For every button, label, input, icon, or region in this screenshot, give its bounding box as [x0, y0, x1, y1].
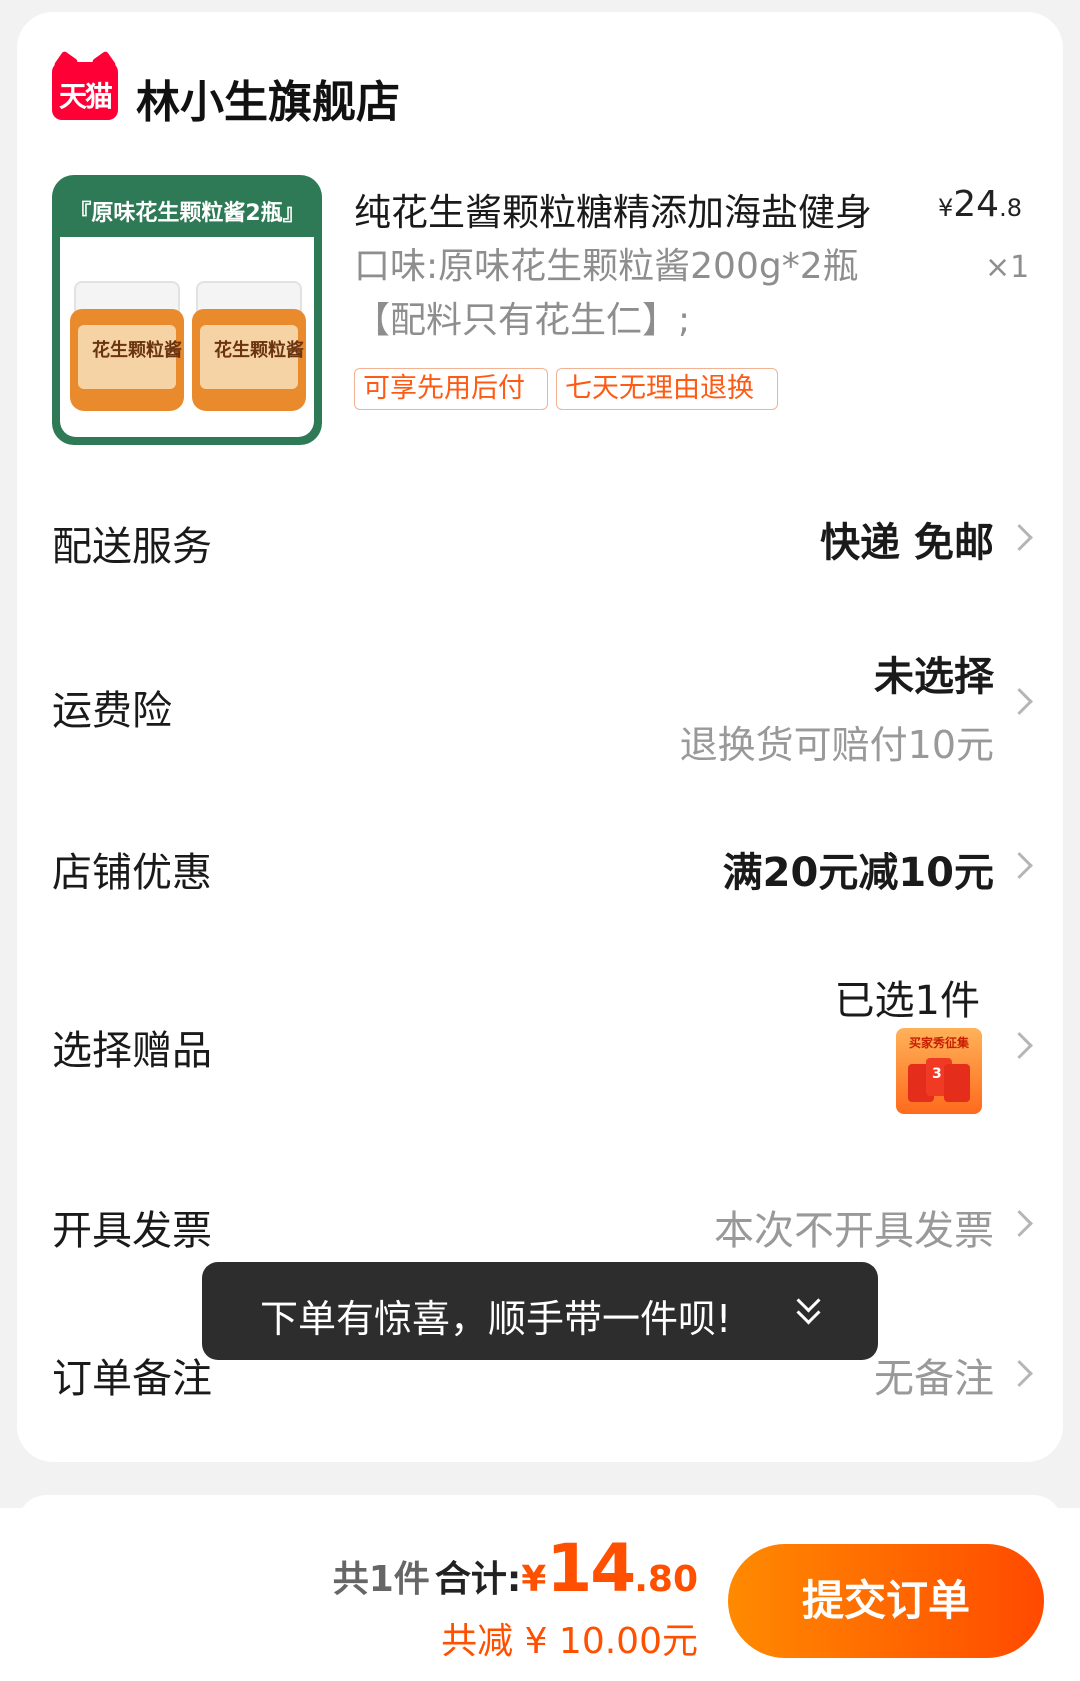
delivery-value[interactable]: 快递 免邮	[820, 510, 994, 568]
store-name[interactable]: 林小生旗舰店	[136, 66, 400, 130]
store-discount-value[interactable]: 满20元减10元	[723, 840, 994, 898]
gift-label: 选择赠品	[52, 1028, 212, 1074]
jar-2: 花生颗粒酱	[192, 281, 306, 411]
invoice-value[interactable]: 本次不开具发票	[714, 1198, 994, 1256]
toast-text: 下单有惊喜，顺手带一件呗!	[260, 1297, 732, 1341]
invoice-label: 开具发票	[52, 1208, 212, 1254]
product-image-banner: 『原味花生颗粒酱2瓶』	[69, 201, 305, 226]
double-chevron-down-icon[interactable]	[796, 1288, 821, 1332]
gift-value[interactable]: 已选1件	[835, 968, 980, 1026]
tag-seven-day-return: 七天无理由退换	[556, 368, 778, 410]
product-image[interactable]: 『原味花生颗粒酱2瓶』 花生颗粒酱 花生颗粒酱	[52, 175, 322, 445]
total-int: 14	[546, 1530, 636, 1607]
submit-order-button[interactable]: 提交订单	[728, 1544, 1044, 1658]
product-title[interactable]: 纯花生酱颗粒糖精添加海盐健身	[354, 182, 872, 236]
price-int: 24	[953, 184, 1000, 225]
price-dec: .8	[999, 194, 1022, 222]
insurance-sub: 退换货可赔付10元	[679, 723, 994, 767]
tag-pay-later: 可享先用后付	[354, 368, 548, 410]
total-symbol: ¥	[521, 1559, 547, 1600]
gift-thumb-text: 买家秀征集	[908, 1036, 969, 1050]
total-summary: 共1件 合计:¥14.80	[333, 1530, 698, 1607]
price-symbol: ¥	[938, 194, 954, 222]
product-photo: 花生颗粒酱 花生颗粒酱	[60, 237, 314, 437]
tmall-logo-icon: 天猫	[52, 50, 118, 120]
tmall-badge-text: 天猫	[58, 80, 113, 113]
note-label: 订单备注	[52, 1356, 212, 1402]
store-discount-label: 店铺优惠	[52, 850, 212, 896]
note-value[interactable]: 无备注	[874, 1346, 994, 1404]
promo-toast[interactable]: 下单有惊喜，顺手带一件呗!	[202, 1262, 878, 1360]
total-discount: 共减 ¥ 10.00元	[441, 1621, 698, 1662]
product-price: ¥24.8	[938, 184, 1022, 225]
total-label: 合计:	[434, 1559, 522, 1600]
product-quantity: ×1	[985, 250, 1030, 285]
total-dec: .80	[634, 1559, 698, 1600]
item-count: 共1件	[332, 1559, 430, 1600]
product-spec[interactable]: 口味:原味花生颗粒酱200g*2瓶【配料只有花生仁】;	[354, 240, 894, 348]
jar-1-label: 花生颗粒酱	[92, 340, 182, 361]
delivery-label: 配送服务	[52, 524, 212, 570]
jar-1: 花生颗粒酱	[70, 281, 184, 411]
bottom-bar: 共1件 合计:¥14.80 共减 ¥ 10.00元 提交订单	[0, 1508, 1080, 1681]
gift-thumbnail[interactable]: 买家秀征集 3	[896, 1028, 982, 1114]
insurance-label: 运费险	[52, 688, 172, 734]
gift-thumb-num: 3	[932, 1066, 942, 1082]
insurance-value[interactable]: 未选择	[874, 644, 994, 702]
jar-2-label: 花生颗粒酱	[214, 340, 304, 361]
